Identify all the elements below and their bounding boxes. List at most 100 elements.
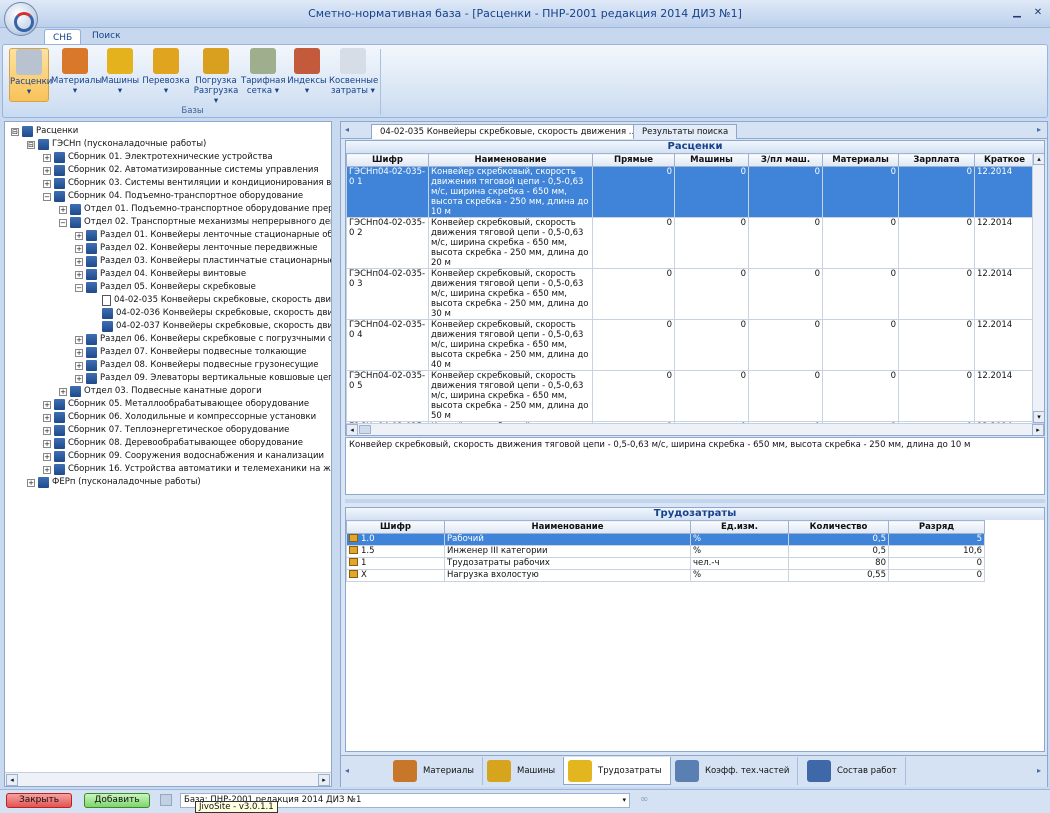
expand-toggle-icon[interactable]: −: [43, 192, 51, 201]
close-button[interactable]: Закрыть: [6, 793, 72, 808]
expand-toggle-icon[interactable]: +: [43, 426, 51, 435]
tree-node[interactable]: + Сборник 03. Системы вентиляции и кондиц…: [43, 177, 331, 190]
expand-toggle-icon[interactable]: +: [27, 478, 35, 487]
expand-toggle-icon[interactable]: +: [59, 387, 67, 396]
scroll-right-icon[interactable]: ▸: [318, 774, 330, 786]
expand-toggle-icon[interactable]: −: [75, 283, 83, 292]
expand-toggle-icon[interactable]: +: [75, 244, 83, 253]
tree-hscrollbar[interactable]: ◂ ▸: [5, 772, 331, 786]
scroll-thumb[interactable]: [359, 425, 371, 434]
ribbon-button-7[interactable]: Косвенные затраты ▾: [329, 48, 378, 102]
detail-tab-2[interactable]: Трудозатраты: [563, 757, 671, 785]
close-window-button[interactable]: ✕: [1031, 6, 1045, 20]
tree-node[interactable]: − Отдел 02. Транспортные механизмы непрер…: [59, 216, 331, 229]
expand-toggle-icon[interactable]: +: [43, 439, 51, 448]
column-header[interactable]: Краткое: [974, 153, 1035, 167]
expand-toggle-icon[interactable]: −: [59, 218, 67, 227]
expand-toggle-icon[interactable]: +: [75, 348, 83, 357]
detail-tab-3[interactable]: Коэфф. тех.частей: [671, 757, 799, 785]
column-header[interactable]: Зарплата: [898, 153, 975, 167]
tree-node[interactable]: + Раздел 09. Элеваторы вертикальные ковшо…: [75, 372, 331, 385]
panel-splitter[interactable]: [345, 499, 1045, 503]
minimize-button[interactable]: ▁: [1010, 6, 1024, 20]
column-header[interactable]: Наименование: [444, 520, 691, 534]
column-header[interactable]: Машины: [674, 153, 749, 167]
expand-toggle-icon[interactable]: ⊟: [11, 127, 19, 136]
table-row[interactable]: ГЭСНп04-02-035-0 5 Конвейер скребковый, с…: [346, 370, 1035, 422]
tree-node[interactable]: + Отдел 03. Подвесные канатные дороги: [59, 385, 262, 398]
ribbon-button-1[interactable]: Материалы ▾: [51, 48, 102, 102]
ribbon-button-3[interactable]: Перевозка ▾: [141, 48, 191, 102]
ribbon-button-0[interactable]: Расценки ▾: [9, 48, 52, 102]
column-header[interactable]: Шифр: [346, 153, 429, 167]
expand-toggle-icon[interactable]: +: [43, 413, 51, 422]
tree-node[interactable]: ⊟ Расценки: [11, 125, 78, 138]
tree-node[interactable]: + Раздел 02. Конвейеры ленточные передвиж…: [75, 242, 317, 255]
column-header[interactable]: Разряд: [888, 520, 985, 534]
column-header[interactable]: Материалы: [822, 153, 899, 167]
ribbon-button-4[interactable]: Погрузка Разгрузка ▾: [193, 48, 239, 106]
tree-node[interactable]: 04-02-036 Конвейеры скребковые, скорость…: [91, 307, 331, 320]
scroll-up-icon[interactable]: ▴: [1033, 153, 1044, 165]
tabs-right-arrow-icon[interactable]: ▸: [1037, 125, 1041, 134]
rates-hscrollbar[interactable]: ◂ ▸: [346, 423, 1044, 435]
tree-node[interactable]: ⊟ ГЭСНп (пусконаладочные работы): [27, 138, 206, 151]
expand-toggle-icon[interactable]: +: [43, 153, 51, 162]
tree-node[interactable]: + Сборник 16. Устройства автоматики и тел…: [43, 463, 331, 476]
tree-node[interactable]: + Раздел 01. Конвейеры ленточные стациона…: [75, 229, 331, 242]
expand-toggle-icon[interactable]: +: [75, 335, 83, 344]
expand-toggle-icon[interactable]: +: [43, 452, 51, 461]
tree-node[interactable]: − Раздел 05. Конвейеры скребковые: [75, 281, 256, 294]
ribbon-tab-search[interactable]: Поиск: [84, 28, 129, 44]
add-button[interactable]: Добавить: [84, 793, 150, 808]
tab-search-results[interactable]: Результаты поиска: [633, 124, 738, 139]
table-row[interactable]: ГЭСНп04-02-035-0 3 Конвейер скребковый, с…: [346, 268, 1035, 320]
column-header[interactable]: Прямые: [592, 153, 675, 167]
tree-node[interactable]: + Раздел 08. Конвейеры подвесные грузонес…: [75, 359, 319, 372]
tree-node[interactable]: + Сборник 08. Деревообрабатывающее оборуд…: [43, 437, 303, 450]
tree-node[interactable]: + Раздел 04. Конвейеры винтовые: [75, 268, 246, 281]
expand-toggle-icon[interactable]: +: [43, 179, 51, 188]
ribbon-tab-snb[interactable]: СНБ: [44, 29, 82, 44]
ribbon-button-6[interactable]: Индексы ▾: [287, 48, 327, 102]
tree-node[interactable]: + Раздел 07. Конвейеры подвесные толкающи…: [75, 346, 307, 359]
tree-node[interactable]: + Сборник 07. Теплоэнергетическое оборудо…: [43, 424, 289, 437]
table-row[interactable]: 1.5 Инженер III категории% 0,5 10,6: [346, 545, 985, 558]
tabs-left-arrow-icon[interactable]: ◂: [345, 766, 349, 775]
table-row[interactable]: ГЭСНп04-02-035-0 2 Конвейер скребковый, с…: [346, 217, 1035, 269]
expand-toggle-icon[interactable]: +: [75, 270, 83, 279]
table-row[interactable]: 1 Трудозатраты рабочих чел.-ч 80 0: [346, 557, 985, 570]
column-header[interactable]: З/пл маш.: [748, 153, 823, 167]
tabs-right-arrow-icon[interactable]: ▸: [1037, 766, 1041, 775]
tree-node[interactable]: + ФЕРп (пусконаладочные работы): [27, 476, 201, 489]
tree-node[interactable]: 04-02-037 Конвейеры скребковые, скорость…: [91, 320, 331, 333]
detail-tab-1[interactable]: Машины: [483, 757, 565, 785]
expand-toggle-icon[interactable]: +: [75, 361, 83, 370]
tree-node[interactable]: + Сборник 05. Металлообрабатывающее обору…: [43, 398, 309, 411]
table-row[interactable]: 1.0 Рабочий% 0,5 5: [346, 533, 985, 546]
expand-toggle-icon[interactable]: +: [43, 465, 51, 474]
column-header[interactable]: Ед.изм.: [690, 520, 789, 534]
table-row[interactable]: X Нагрузка вхолостую% 0,55 0: [346, 569, 985, 582]
tree-node[interactable]: 04-02-035 Конвейеры скребковые, скорость…: [91, 294, 331, 307]
tree-node[interactable]: + Раздел 06. Конвейеры скребковые с погру…: [75, 333, 331, 346]
link-icon[interactable]: ∞: [640, 794, 652, 806]
ribbon-button-5[interactable]: Тарифная сетка ▾: [241, 48, 285, 102]
tabs-left-arrow-icon[interactable]: ◂: [345, 125, 349, 134]
tab-rate-document[interactable]: 04-02-035 Конвейеры скребковые, скорость…: [371, 124, 646, 139]
column-header[interactable]: Шифр: [346, 520, 445, 534]
rates-vscrollbar[interactable]: ▴ ▾: [1032, 153, 1044, 423]
expand-toggle-icon[interactable]: +: [43, 400, 51, 409]
tree-node[interactable]: + Отдел 01. Подъемно-транспортное оборудо…: [59, 203, 331, 216]
ribbon-button-2[interactable]: Машины ▾: [101, 48, 139, 102]
scroll-down-icon[interactable]: ▾: [1033, 411, 1044, 423]
chevron-down-icon[interactable]: ▾: [622, 794, 626, 807]
expand-toggle-icon[interactable]: +: [59, 205, 67, 214]
scroll-left-icon[interactable]: ◂: [346, 424, 358, 435]
expand-toggle-icon[interactable]: +: [75, 257, 83, 266]
tree-node[interactable]: + Раздел 03. Конвейеры пластинчатые стаци…: [75, 255, 331, 268]
column-header[interactable]: Количество: [788, 520, 889, 534]
tree-node[interactable]: + Сборник 09. Сооружения водоснабжения и …: [43, 450, 324, 463]
expand-toggle-icon[interactable]: +: [43, 166, 51, 175]
tree-node[interactable]: + Сборник 06. Холодильные и компрессорные…: [43, 411, 316, 424]
